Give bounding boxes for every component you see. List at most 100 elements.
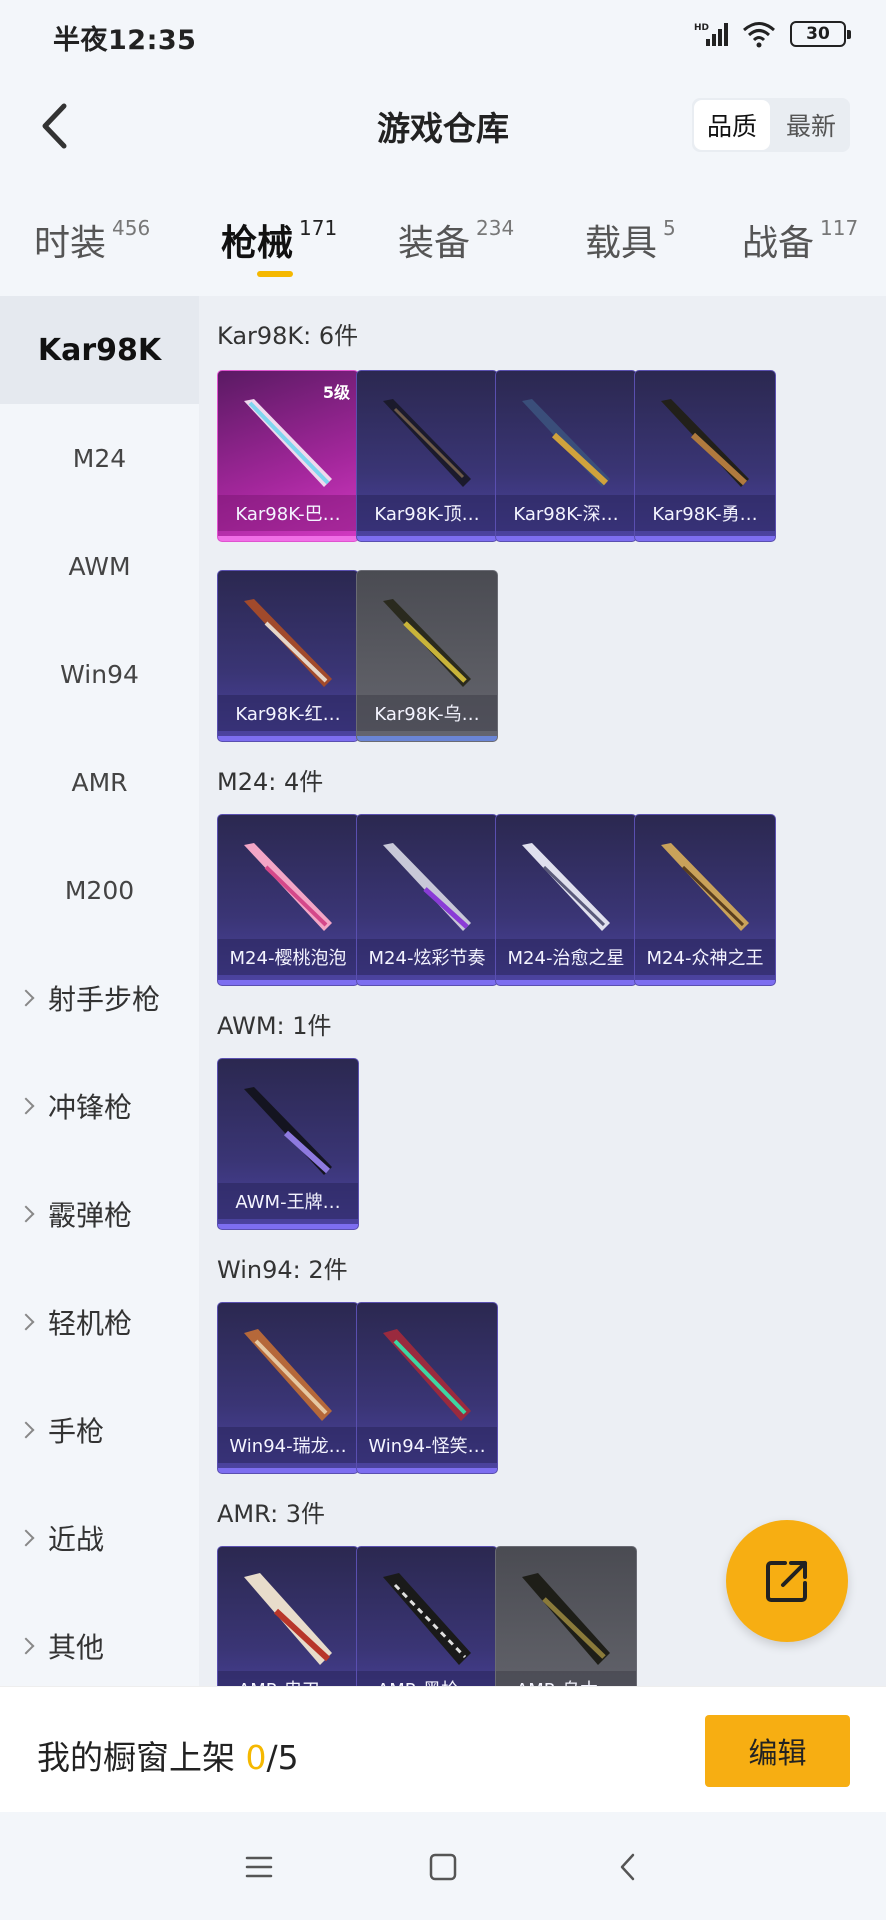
tab-firearms[interactable]: 枪械 171 [221, 214, 337, 266]
weapon-card[interactable]: Win94-怪笑… [356, 1302, 498, 1474]
system-nav-bar [0, 1812, 886, 1920]
weapon-name: Kar98K-深… [496, 495, 636, 531]
rifle-icon [383, 843, 471, 931]
battery-level: 30 [806, 24, 830, 44]
sidebar-item-m200[interactable]: M200 [0, 836, 199, 944]
sidebar-group-pistol[interactable]: 手枪 [0, 1376, 199, 1484]
rifle-icon [522, 843, 610, 931]
chevron-right-icon [17, 1313, 35, 1331]
share-button[interactable] [726, 1520, 848, 1642]
signal-icon: HD [694, 23, 728, 46]
weapon-card[interactable]: Win94-瑞龙… [217, 1302, 359, 1474]
chevron-right-icon [17, 1529, 35, 1547]
weapon-card[interactable]: 5级 Kar98K-巴… [217, 370, 359, 542]
rarity-bar [218, 536, 358, 541]
weapon-name: Kar98K-顶… [357, 495, 497, 531]
rifle-icon [244, 843, 332, 931]
sidebar-group-lmg[interactable]: 轻机枪 [0, 1268, 199, 1376]
rifle-icon [244, 1573, 332, 1665]
rifle-icon [383, 599, 471, 687]
tab-label: 时装 [34, 223, 107, 264]
tab-fashion[interactable]: 时装 456 [34, 214, 150, 266]
rarity-bar [218, 736, 358, 741]
tab-equipment[interactable]: 装备 234 [398, 214, 514, 266]
section-title-m24: M24: 4件 [217, 768, 324, 796]
sidebar-item-amr[interactable]: AMR [0, 728, 199, 836]
home-nav-button[interactable] [418, 1842, 468, 1892]
tab-vehicles[interactable]: 载具 5 [585, 214, 676, 266]
weapon-card[interactable]: Kar98K-乌… [356, 570, 498, 742]
sort-toggle: 品质 最新 [692, 98, 850, 152]
svg-text:HD: HD [694, 23, 709, 33]
weapon-card[interactable]: Kar98K-深… [495, 370, 637, 542]
tab-label: 战备 [742, 223, 815, 264]
weapon-sidebar: Kar98K M24 AWM Win94 AMR M200 射手步枪 冲锋枪 霰… [0, 296, 199, 1686]
sidebar-item-kar98k[interactable]: Kar98K [0, 296, 199, 404]
weapon-name: Win94-瑞龙… [218, 1427, 358, 1463]
status-bar: 半夜12:35 HD 30 [0, 0, 886, 74]
weapon-card[interactable]: Kar98K-勇… [634, 370, 776, 542]
showcase-title: 我的橱窗上架 [37, 1738, 235, 1777]
rarity-bar [218, 1224, 358, 1229]
back-nav-button[interactable] [603, 1842, 653, 1892]
weapon-card[interactable]: Kar98K-顶… [356, 370, 498, 542]
sort-newest-option[interactable]: 最新 [772, 98, 850, 152]
showcase-label: 我的橱窗上架 0/5 [37, 1731, 299, 1779]
sidebar-group-label: 手枪 [48, 1415, 105, 1448]
rifle-icon [522, 399, 610, 487]
weapon-name: M24-樱桃泡泡 [218, 939, 358, 975]
edit-button[interactable]: 编辑 [705, 1715, 850, 1787]
sidebar-group-marksman[interactable]: 射手步枪 [0, 944, 199, 1052]
rifle-icon [383, 1573, 471, 1665]
rarity-bar [635, 536, 775, 541]
rarity-bar [357, 536, 497, 541]
chevron-right-icon [17, 1205, 35, 1223]
weapon-name: AWM-王牌… [218, 1183, 358, 1219]
weapon-name: Kar98K-巴… [218, 495, 358, 531]
tab-count: 117 [820, 216, 859, 240]
showcase-current: 0 [245, 1738, 267, 1777]
weapon-card[interactable]: M24-治愈之星 [495, 814, 637, 986]
tab-count: 171 [299, 216, 338, 240]
tab-supplies[interactable]: 战备 117 [742, 214, 858, 266]
home-square-icon [429, 1853, 457, 1881]
sidebar-group-label: 其他 [48, 1631, 105, 1664]
tab-label: 装备 [398, 223, 471, 264]
tab-count: 456 [112, 216, 151, 240]
category-tabs: 时装 456 枪械 171 装备 234 载具 5 战备 117 [0, 200, 886, 296]
sidebar-group-smg[interactable]: 冲锋枪 [0, 1052, 199, 1160]
sidebar-group-label: 近战 [48, 1523, 105, 1556]
sort-quality-option[interactable]: 品质 [694, 100, 770, 150]
sidebar-item-m24[interactable]: M24 [0, 404, 199, 512]
sidebar-item-awm[interactable]: AWM [0, 512, 199, 620]
rifle-icon [522, 1573, 610, 1665]
rifle-icon [661, 399, 749, 487]
sidebar-group-shotgun[interactable]: 霰弹枪 [0, 1160, 199, 1268]
weapon-name: Kar98K-勇… [635, 495, 775, 531]
wifi-icon [743, 22, 775, 48]
sidebar-group-other[interactable]: 其他 [0, 1592, 199, 1700]
weapon-card[interactable]: M24-众神之王 [634, 814, 776, 986]
sidebar-group-melee[interactable]: 近战 [0, 1484, 199, 1592]
menu-nav-button[interactable] [234, 1842, 284, 1892]
section-title-awm: AWM: 1件 [217, 1012, 332, 1040]
section-title-amr: AMR: 3件 [217, 1500, 326, 1528]
weapon-card[interactable]: AWM-王牌… [217, 1058, 359, 1230]
section-title-win94: Win94: 2件 [217, 1256, 348, 1284]
sidebar-item-win94[interactable]: Win94 [0, 620, 199, 728]
tab-label: 枪械 [221, 223, 294, 264]
tab-label: 载具 [585, 223, 658, 264]
sidebar-group-label: 霰弹枪 [48, 1199, 133, 1232]
sidebar-group-label: 射手步枪 [48, 983, 161, 1016]
weapon-card[interactable]: M24-樱桃泡泡 [217, 814, 359, 986]
showcase-bar: 我的橱窗上架 0/5 编辑 [0, 1686, 886, 1812]
rarity-bar [357, 980, 497, 985]
section-title-kar98k: Kar98K: 6件 [217, 322, 359, 350]
share-icon [766, 1561, 807, 1602]
rifle-icon [244, 599, 332, 687]
weapon-name: M24-众神之王 [635, 939, 775, 975]
chevron-right-icon [17, 1097, 35, 1115]
weapon-card[interactable]: M24-炫彩节奏 [356, 814, 498, 986]
rifle-icon [661, 843, 749, 931]
weapon-card[interactable]: Kar98K-红… [217, 570, 359, 742]
